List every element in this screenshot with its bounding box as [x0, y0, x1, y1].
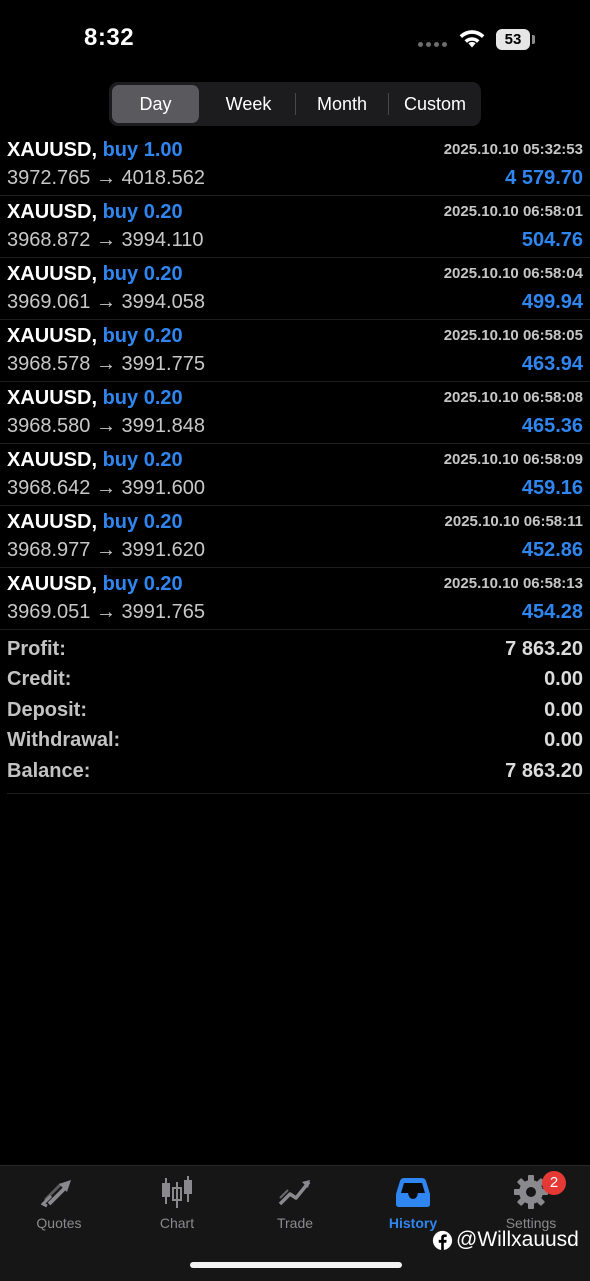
deal-profit: 452.86: [521, 539, 583, 561]
summary-row-profit: Profit: 7 863.20: [0, 636, 590, 666]
deal-type: buy 0.20: [102, 201, 183, 223]
summary-label: Deposit:: [7, 698, 87, 721]
deal-row[interactable]: XAUUSD, buy 0.20 2025.10.10 06:58:11 396…: [0, 506, 590, 568]
inbox-tray-icon: [396, 1178, 430, 1207]
deal-row[interactable]: XAUUSD, buy 0.20 2025.10.10 06:58:04 396…: [0, 258, 590, 320]
deal-profit: 4 579.70: [505, 167, 583, 189]
deal-row[interactable]: XAUUSD, buy 0.20 2025.10.10 06:58:13 396…: [0, 568, 590, 630]
candlestick-chart-icon: [162, 1176, 192, 1208]
deal-time: 2025.10.10 06:58:01: [443, 203, 583, 220]
tab-label: Trade: [276, 1215, 314, 1231]
deal-time: 2025.10.10 06:58:09: [443, 451, 583, 468]
deals-list: XAUUSD, buy 1.00 2025.10.10 05:32:53 397…: [0, 134, 590, 630]
deal-symbol: XAUUSD,: [7, 573, 98, 595]
summary-row-balance: Balance: 7 863.20: [0, 758, 590, 788]
quotes-arrows-icon: [41, 1180, 71, 1208]
tab-label: Chart: [159, 1215, 195, 1231]
summary-value: 0.00: [544, 729, 583, 752]
summary-row-withdrawal: Withdrawal: 0.00: [0, 727, 590, 757]
deal-prices: 3968.977 → 3991.620: [7, 539, 205, 561]
deal-profit: 465.36: [521, 415, 583, 437]
tab-custom[interactable]: Custom: [389, 85, 481, 123]
deal-symbol: XAUUSD,: [7, 201, 98, 223]
deal-profit: 454.28: [521, 601, 583, 623]
deal-profit: 463.94: [521, 353, 583, 375]
deal-prices: 3972.765 → 4018.562: [7, 167, 205, 189]
status-time: 8:32: [84, 24, 135, 51]
deal-type: buy 0.20: [102, 573, 183, 595]
summary-label: Credit:: [7, 668, 72, 691]
deal-symbol: XAUUSD,: [7, 263, 98, 285]
tab-week[interactable]: Week: [203, 85, 294, 123]
deal-type: buy 1.00: [102, 139, 183, 161]
deal-row[interactable]: XAUUSD, buy 0.20 2025.10.10 06:58:01 396…: [0, 196, 590, 258]
deal-symbol: XAUUSD,: [7, 325, 98, 347]
period-segmented-control: Day Week Month Custom: [109, 82, 481, 126]
deal-row[interactable]: XAUUSD, buy 0.20 2025.10.10 06:58:08 396…: [0, 382, 590, 444]
tab-quotes[interactable]: Quotes: [0, 1166, 118, 1246]
deal-time: 2025.10.10 06:58:04: [443, 265, 583, 282]
deal-type: buy 0.20: [102, 263, 183, 285]
battery-tip: [532, 35, 535, 44]
deal-profit: 499.94: [521, 291, 583, 313]
deal-time: 2025.10.10 05:32:53: [443, 141, 583, 158]
deal-prices: 3968.578 → 3991.775: [7, 353, 205, 375]
deal-row[interactable]: XAUUSD, buy 0.20 2025.10.10 06:58:09 396…: [0, 444, 590, 506]
deal-time: 2025.10.10 06:58:05: [443, 327, 583, 344]
facebook-icon: [432, 1230, 453, 1250]
battery-indicator: 53: [496, 29, 530, 50]
account-summary: Profit: 7 863.20 Credit: 0.00 Deposit: 0…: [0, 636, 590, 788]
summary-row-credit: Credit: 0.00: [0, 666, 590, 696]
deal-type: buy 0.20: [102, 387, 183, 409]
tab-trade[interactable]: Trade: [236, 1166, 354, 1246]
trade-line-icon: [278, 1180, 311, 1206]
deal-symbol: XAUUSD,: [7, 449, 98, 471]
summary-value: 0.00: [544, 698, 583, 721]
deal-row[interactable]: XAUUSD, buy 0.20 2025.10.10 06:58:05 396…: [0, 320, 590, 382]
wifi-icon: [459, 30, 485, 48]
deal-symbol: XAUUSD,: [7, 511, 98, 533]
deal-profit: 504.76: [521, 229, 583, 251]
deal-type: buy 0.20: [102, 325, 183, 347]
deal-prices: 3968.580 → 3991.848: [7, 415, 205, 437]
deal-row[interactable]: XAUUSD, buy 1.00 2025.10.10 05:32:53 397…: [0, 134, 590, 196]
tab-month[interactable]: Month: [296, 85, 388, 123]
watermark: @Willxauusd: [432, 1228, 579, 1252]
deal-prices: 3968.872 → 3994.110: [7, 229, 204, 251]
deal-profit: 459.16: [521, 477, 583, 499]
deal-time: 2025.10.10 06:58:08: [443, 389, 583, 406]
deal-symbol: XAUUSD,: [7, 387, 98, 409]
summary-value: 0.00: [544, 668, 583, 691]
summary-label: Withdrawal:: [7, 729, 121, 752]
deal-type: buy 0.20: [102, 449, 183, 471]
deal-type: buy 0.20: [102, 511, 183, 533]
summary-value: 7 863.20: [505, 638, 583, 660]
deal-symbol: XAUUSD,: [7, 139, 98, 161]
deal-prices: 3969.051 → 3991.765: [7, 601, 205, 623]
home-indicator[interactable]: [190, 1262, 402, 1268]
tab-chart[interactable]: Chart: [118, 1166, 236, 1246]
deal-prices: 3969.061 → 3994.058: [7, 291, 205, 313]
tab-day[interactable]: Day: [112, 85, 199, 123]
deal-time: 2025.10.10 06:58:11: [444, 513, 583, 530]
deal-prices: 3968.642 → 3991.600: [7, 477, 205, 499]
settings-notification-badge: 2: [542, 1171, 566, 1195]
summary-label: Balance:: [7, 759, 91, 782]
watermark-handle: @Willxauusd: [456, 1228, 579, 1251]
status-bar: 8:32 53: [0, 0, 590, 80]
summary-divider: [7, 793, 590, 794]
summary-row-deposit: Deposit: 0.00: [0, 697, 590, 727]
tab-label: Quotes: [36, 1215, 82, 1231]
summary-label: Profit:: [7, 638, 66, 660]
deal-time: 2025.10.10 06:58:13: [443, 575, 583, 592]
summary-value: 7 863.20: [505, 759, 583, 782]
cellular-signal-icon: [418, 42, 447, 47]
